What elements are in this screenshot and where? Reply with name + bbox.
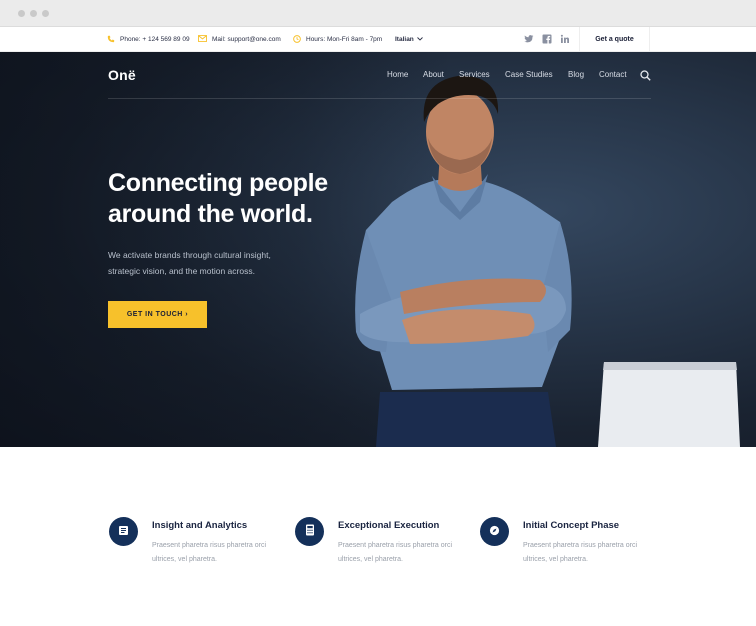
hero-subtext-line-2: strategic vision, and the motion across. — [108, 266, 255, 276]
calculator-icon — [305, 523, 315, 541]
nav-case-studies[interactable]: Case Studies — [505, 70, 553, 79]
feature-description: Praesent pharetra risus pharetra orci ul… — [152, 542, 266, 563]
site-logo[interactable]: Onë — [108, 67, 136, 83]
get-in-touch-button[interactable]: GET IN TOUCH › — [108, 301, 207, 328]
hero-heading-line-2: around the world. — [108, 200, 313, 228]
hero-section: Onë Home About Services Case Studies Blo… — [0, 52, 756, 447]
nav-services[interactable]: Services — [459, 70, 490, 79]
feature-title: Initial Concept Phase — [523, 520, 620, 531]
hero-subtext: We activate brands through cultural insi… — [108, 247, 328, 279]
window-dot-minimize[interactable] — [30, 10, 37, 17]
document-icon — [118, 523, 129, 541]
get-a-quote-label: Get a quote — [595, 36, 634, 43]
feature-description: Praesent pharetra risus pharetra orci ul… — [523, 542, 637, 563]
compass-icon — [489, 523, 500, 541]
feature-icon-circle — [295, 517, 324, 546]
clock-icon — [293, 34, 301, 45]
search-icon[interactable] — [640, 68, 651, 86]
linkedin-icon[interactable] — [560, 34, 570, 44]
nav-home[interactable]: Home — [387, 70, 408, 79]
hero-heading: Connecting people around the world. — [108, 168, 368, 230]
nav-about[interactable]: About — [423, 70, 444, 79]
hours-info: Hours: Mon-Fri 8am - 7pm — [293, 27, 382, 52]
nav-divider — [108, 98, 651, 99]
browser-chrome — [0, 0, 756, 27]
window-dot-close[interactable] — [18, 10, 25, 17]
hero-subtext-line-1: We activate brands through cultural insi… — [108, 250, 271, 260]
chevron-down-icon — [416, 36, 423, 43]
get-a-quote-button[interactable]: Get a quote — [579, 27, 650, 52]
twitter-icon[interactable] — [524, 34, 534, 44]
phone-info[interactable]: Phone: + 124 569 89 09 — [107, 27, 190, 52]
feature-title: Exceptional Execution — [338, 520, 440, 531]
mail-text: Mail: support@one.com — [212, 36, 281, 43]
facebook-icon[interactable] — [542, 34, 552, 44]
language-selector[interactable]: Italian — [395, 27, 423, 52]
feature-description: Praesent pharetra risus pharetra orci ul… — [338, 542, 452, 563]
mail-icon — [198, 35, 208, 44]
feature-icon-circle — [109, 517, 138, 546]
feature-icon-circle — [480, 517, 509, 546]
nav-contact[interactable]: Contact — [599, 70, 627, 79]
phone-icon — [107, 35, 115, 45]
feature-title: Insight and Analytics — [152, 520, 248, 531]
language-label: Italian — [395, 36, 414, 43]
top-info-bar: Phone: + 124 569 89 09 Mail: support@one… — [0, 27, 756, 52]
phone-text: Phone: + 124 569 89 09 — [120, 36, 190, 43]
hours-text: Hours: Mon-Fri 8am - 7pm — [306, 36, 383, 43]
hero-heading-line-1: Connecting people — [108, 169, 328, 197]
nav-blog[interactable]: Blog — [568, 70, 584, 79]
window-dot-maximize[interactable] — [42, 10, 49, 17]
mail-info[interactable]: Mail: support@one.com — [198, 27, 281, 52]
